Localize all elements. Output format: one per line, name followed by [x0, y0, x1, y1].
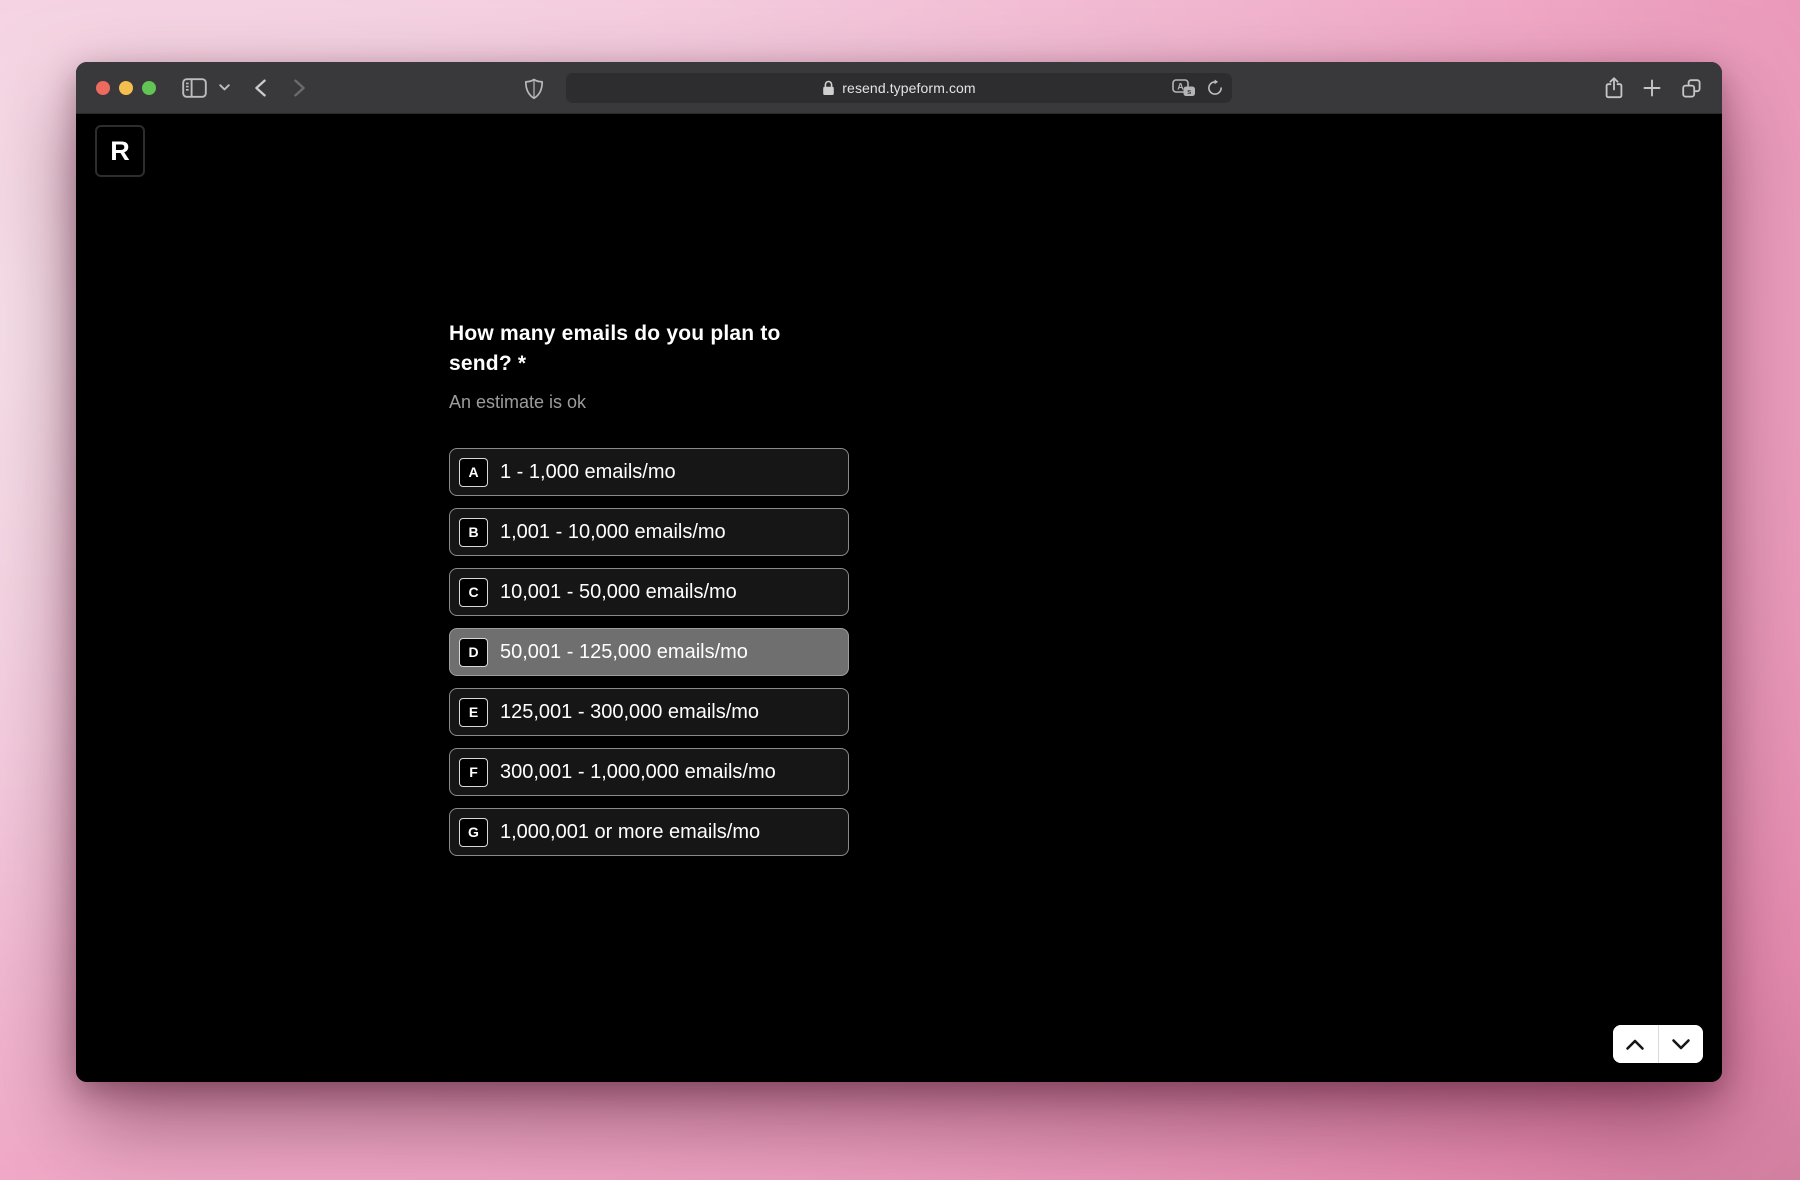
- privacy-shield-icon[interactable]: [524, 78, 544, 100]
- browser-window: resend.typeform.com A s: [76, 62, 1722, 1082]
- next-question-button[interactable]: [1659, 1025, 1704, 1063]
- option-label: 10,001 - 50,000 emails/mo: [500, 581, 737, 604]
- option-key-badge: C: [459, 578, 488, 607]
- reload-icon[interactable]: [1206, 79, 1224, 97]
- question-block: How many emails do you plan to send? * A…: [449, 319, 849, 856]
- option-label: 50,001 - 125,000 emails/mo: [500, 641, 748, 664]
- option-key-badge: G: [459, 818, 488, 847]
- option-key-badge: B: [459, 518, 488, 547]
- option-a[interactable]: A 1 - 1,000 emails/mo: [449, 448, 849, 496]
- option-label: 1,000,001 or more emails/mo: [500, 821, 760, 844]
- option-e[interactable]: E 125,001 - 300,000 emails/mo: [449, 688, 849, 736]
- option-label: 125,001 - 300,000 emails/mo: [500, 701, 759, 724]
- desktop-background: resend.typeform.com A s: [0, 0, 1800, 1180]
- minimize-window-button[interactable]: [119, 81, 133, 95]
- translate-icon[interactable]: A s: [1172, 79, 1196, 98]
- option-key-badge: F: [459, 758, 488, 787]
- option-key-badge: E: [459, 698, 488, 727]
- form-navigation: [1613, 1025, 1703, 1063]
- question-title: How many emails do you plan to send? *: [449, 319, 849, 379]
- back-icon[interactable]: [254, 79, 267, 97]
- forward-icon[interactable]: [293, 79, 306, 97]
- option-g[interactable]: G 1,000,001 or more emails/mo: [449, 808, 849, 856]
- options-list: A 1 - 1,000 emails/mo B 1,001 - 10,000 e…: [449, 448, 849, 856]
- chevron-down-icon: [1671, 1038, 1691, 1051]
- share-icon[interactable]: [1605, 77, 1623, 99]
- page-content: R How many emails do you plan to send? *…: [76, 115, 1722, 1082]
- lock-icon: [822, 80, 835, 96]
- svg-text:A: A: [1177, 81, 1184, 91]
- sidebar-chevron-down-icon[interactable]: [219, 84, 230, 91]
- sidebar-toggle-icon[interactable]: [182, 78, 207, 98]
- zoom-window-button[interactable]: [142, 81, 156, 95]
- option-b[interactable]: B 1,001 - 10,000 emails/mo: [449, 508, 849, 556]
- url-text: resend.typeform.com: [842, 80, 975, 96]
- chevron-up-icon: [1625, 1038, 1645, 1051]
- new-tab-icon[interactable]: [1643, 79, 1661, 97]
- previous-question-button[interactable]: [1613, 1025, 1658, 1063]
- option-key-badge: D: [459, 638, 488, 667]
- option-label: 300,001 - 1,000,000 emails/mo: [500, 761, 776, 784]
- option-f[interactable]: F 300,001 - 1,000,000 emails/mo: [449, 748, 849, 796]
- option-label: 1,001 - 10,000 emails/mo: [500, 521, 726, 544]
- option-label: 1 - 1,000 emails/mo: [500, 461, 676, 484]
- close-window-button[interactable]: [96, 81, 110, 95]
- tab-overview-icon[interactable]: [1681, 78, 1702, 99]
- browser-toolbar: resend.typeform.com A s: [76, 62, 1722, 114]
- traffic-lights: [96, 81, 156, 95]
- option-d[interactable]: D 50,001 - 125,000 emails/mo: [449, 628, 849, 676]
- address-bar[interactable]: resend.typeform.com A s: [566, 73, 1232, 103]
- option-c[interactable]: C 10,001 - 50,000 emails/mo: [449, 568, 849, 616]
- form-brand-logo: R: [95, 125, 145, 177]
- question-subtitle: An estimate is ok: [449, 391, 849, 413]
- svg-text:s: s: [1187, 86, 1191, 95]
- option-key-badge: A: [459, 458, 488, 487]
